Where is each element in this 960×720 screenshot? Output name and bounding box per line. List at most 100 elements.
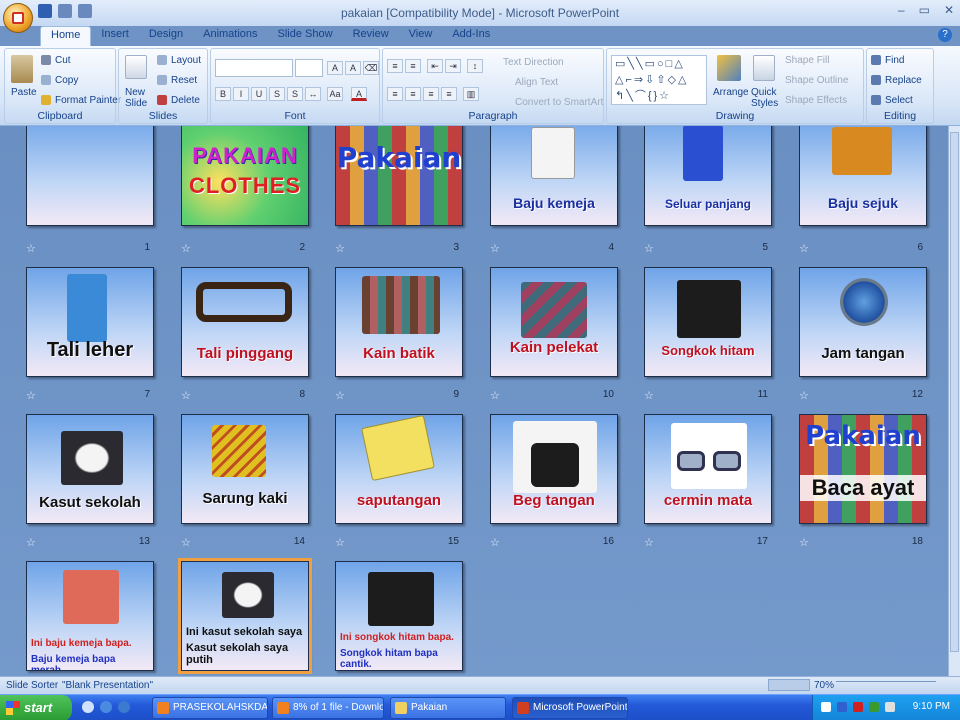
quick-styles-button[interactable]: Quick Styles [751,87,779,109]
taskbar-button[interactable]: Pakaian [390,697,506,719]
arrange-icon[interactable] [717,55,741,81]
tab-slide-show[interactable]: Slide Show [268,26,343,46]
italic-icon[interactable]: I [233,87,249,101]
slide-thumbnail-3[interactable]: Pakaian [335,126,463,226]
slide-thumbnail-14[interactable]: Sarung kaki [181,414,309,524]
increase-indent-icon[interactable]: ⇥ [445,59,461,73]
volume-icon[interactable] [885,702,895,712]
shape-effects-button[interactable]: Shape Effects [785,95,847,106]
slide-thumbnail-2[interactable]: PAKAIAN CLOTHES [181,126,309,226]
reset-button[interactable]: Reset [171,75,197,86]
new-slide-icon[interactable] [125,55,147,79]
slide-thumbnail-7[interactable]: Tali leher [26,267,154,377]
spacing-icon[interactable]: ↔ [305,87,321,101]
justify-icon[interactable]: ≡ [441,87,457,101]
network-icon[interactable] [837,702,847,712]
taskbar-button[interactable]: Microsoft PowerPoint ... [512,697,628,719]
slide-thumbnail-18[interactable]: Pakaian Baca ayat [799,414,927,524]
close-button[interactable]: ✕ [944,3,954,17]
change-case-icon[interactable]: Aa [327,87,343,101]
taskbar-button[interactable]: PRASEKOLAHSKDAT... [152,697,268,719]
quick-launch-icon[interactable] [118,701,130,713]
quick-styles-icon[interactable] [753,55,775,81]
help-icon[interactable]: ? [938,28,952,42]
slide-thumbnail-21[interactable]: Ini songkok hitam bapa. Songkok hitam ba… [335,561,463,671]
select-button[interactable]: Select [885,95,913,106]
shape-fill-button[interactable]: Shape Fill [785,55,829,66]
antivirus-icon[interactable] [853,702,863,712]
convert-smartart-button[interactable]: Convert to SmartArt [515,97,603,108]
taskbar-button[interactable]: 8% of 1 file - Downlo... [272,697,384,719]
slide-thumbnail-15[interactable]: saputangan [335,414,463,524]
align-right-icon[interactable]: ≡ [423,87,439,101]
grow-font-icon[interactable]: A [327,61,343,75]
text-direction-button[interactable]: Text Direction [503,57,564,68]
bullets-icon[interactable]: ≡ [387,59,403,73]
slide-thumbnail-1[interactable] [26,126,154,226]
decrease-indent-icon[interactable]: ⇤ [427,59,443,73]
slide-thumbnail-5[interactable]: Seluar panjang [644,126,772,226]
font-color-icon[interactable]: A [351,87,367,101]
shapes-gallery[interactable]: ▭╲╲▭○□△ △⌐⇒⇩⇧◇△ ↰╲⌒{}☆ [611,55,707,105]
scrollbar-thumb[interactable] [950,132,959,652]
slide-thumbnail-11[interactable]: Songkok hitam [644,267,772,377]
arrange-button[interactable]: Arrange [713,87,749,98]
center-icon[interactable]: ≡ [405,87,421,101]
bold-icon[interactable]: B [215,87,231,101]
slide-thumbnail-10[interactable]: Kain pelekat [490,267,618,377]
paste-icon[interactable] [11,55,33,83]
start-button[interactable]: start [0,695,72,720]
columns-icon[interactable]: ▥ [463,87,479,101]
numbering-icon[interactable]: ≡ [405,59,421,73]
delete-button[interactable]: Delete [171,95,200,106]
slide-thumbnail-4[interactable]: Baju kemeja [490,126,618,226]
format-painter-button[interactable]: Format Painter [55,95,121,106]
quick-launch-icon[interactable] [82,701,94,713]
align-text-button[interactable]: Align Text [515,77,558,88]
vertical-scrollbar[interactable] [948,126,960,676]
cut-button[interactable]: Cut [55,55,71,66]
quick-launch-icon[interactable] [100,701,112,713]
tab-animations[interactable]: Animations [193,26,267,46]
replace-button[interactable]: Replace [885,75,922,86]
new-slide-button[interactable]: New Slide [125,87,151,109]
copy-button[interactable]: Copy [55,75,78,86]
tab-view[interactable]: View [399,26,443,46]
paste-button[interactable]: Paste [11,87,37,98]
shadow-icon[interactable]: S [287,87,303,101]
office-button[interactable] [3,3,33,33]
align-left-icon[interactable]: ≡ [387,87,403,101]
tab-review[interactable]: Review [343,26,399,46]
slide-thumbnail-6[interactable]: Baju sejuk [799,126,927,226]
slide-thumbnail-20[interactable]: Ini kasut sekolah saya Kasut sekolah say… [178,558,312,674]
shape-outline-button[interactable]: Shape Outline [785,75,848,86]
tray-icon[interactable] [869,702,879,712]
line-spacing-icon[interactable]: ↕ [467,59,483,73]
slide-thumbnail-17[interactable]: cermin mata [644,414,772,524]
slide-thumbnail-9[interactable]: Kain batik [335,267,463,377]
slide-caption: Baju sejuk [827,195,899,211]
tab-design[interactable]: Design [139,26,193,46]
maximize-button[interactable]: ▭ [919,3,930,17]
minimize-button[interactable]: – [898,3,905,17]
tab-add-ins[interactable]: Add-Ins [442,26,500,46]
zoom-slider[interactable] [836,681,936,691]
underline-icon[interactable]: U [251,87,267,101]
slide-thumbnail-8[interactable]: Tali pinggang [181,267,309,377]
layout-button[interactable]: Layout [171,55,201,66]
help-tray-icon[interactable] [821,702,831,712]
slide-thumbnail-19[interactable]: Ini baju kemeja bapa. Baju kemeja bapa m… [26,561,154,671]
clear-format-icon[interactable]: ⌫ [363,61,379,75]
zoom-level[interactable]: 70% [814,680,834,691]
tab-insert[interactable]: Insert [91,26,139,46]
strikethrough-icon[interactable]: S [269,87,285,101]
tab-home[interactable]: Home [40,26,92,46]
find-button[interactable]: Find [885,55,904,66]
slide-thumbnail-16[interactable]: Beg tangan [490,414,618,524]
font-name-select[interactable] [215,59,293,77]
slide-thumbnail-13[interactable]: Kasut sekolah [26,414,154,524]
font-size-select[interactable] [295,59,323,77]
view-buttons[interactable] [768,679,810,691]
shrink-font-icon[interactable]: A [345,61,361,75]
slide-thumbnail-12[interactable]: Jam tangan [799,267,927,377]
